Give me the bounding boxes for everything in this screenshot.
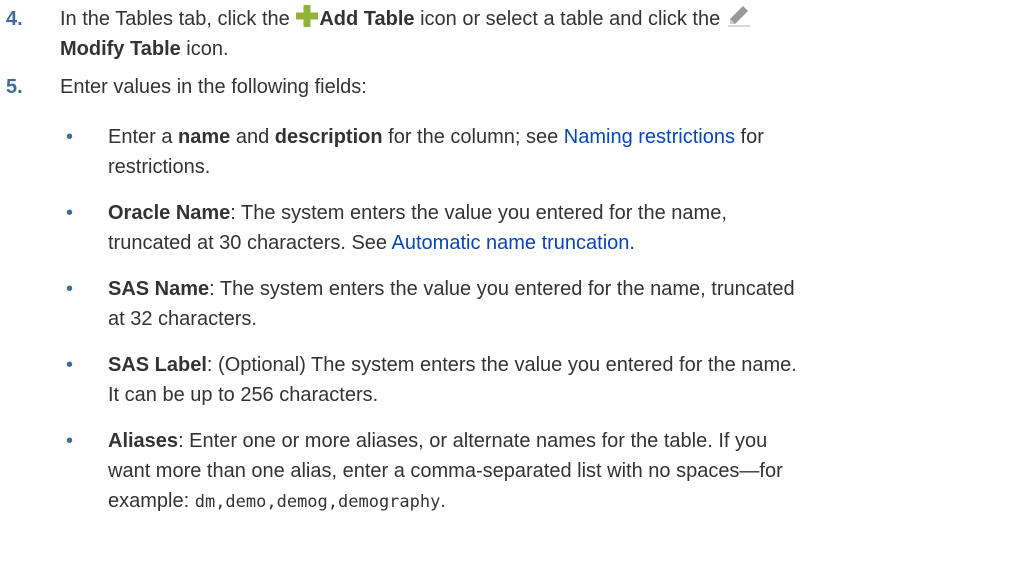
step-number: 4.	[6, 8, 23, 30]
document-page: 4. In the Tables tab, click the Add Tabl…	[0, 0, 1026, 561]
plus-icon	[295, 4, 319, 37]
bullet-icon: •	[66, 354, 74, 376]
bullet-icon: •	[66, 202, 74, 224]
list-item-name-description: • Enter a name and description for the c…	[60, 122, 1000, 184]
step-4-text: In the Tables tab, click the Add Table i…	[60, 4, 752, 37]
bullet-icon: •	[66, 126, 74, 148]
step-5: 5. Enter values in the following fields:	[0, 72, 1026, 104]
modify-table-label: Modify Table	[60, 38, 181, 60]
step-5-text: Enter values in the following fields:	[60, 76, 367, 98]
list-item-sas-label: • SAS Label: (Optional) The system enter…	[60, 350, 1000, 412]
list-item-aliases: • Aliases: Enter one or more aliases, or…	[60, 426, 1000, 518]
pencil-icon	[726, 4, 752, 37]
step-4: 4. In the Tables tab, click the Add Tabl…	[0, 4, 1026, 68]
add-table-label: Add Table	[319, 8, 415, 30]
automatic-name-truncation-link[interactable]: Automatic name truncation	[392, 232, 630, 254]
alias-example-code: dm,demo,demog,demography	[194, 492, 441, 512]
bullet-icon: •	[66, 430, 74, 452]
naming-restrictions-link[interactable]: Naming restrictions	[564, 126, 735, 148]
bullet-icon: •	[66, 278, 74, 300]
list-item-oracle-name: • Oracle Name: The system enters the val…	[60, 198, 1000, 260]
list-item-sas-name: • SAS Name: The system enters the value …	[60, 274, 1000, 336]
step-number: 5.	[6, 76, 23, 98]
